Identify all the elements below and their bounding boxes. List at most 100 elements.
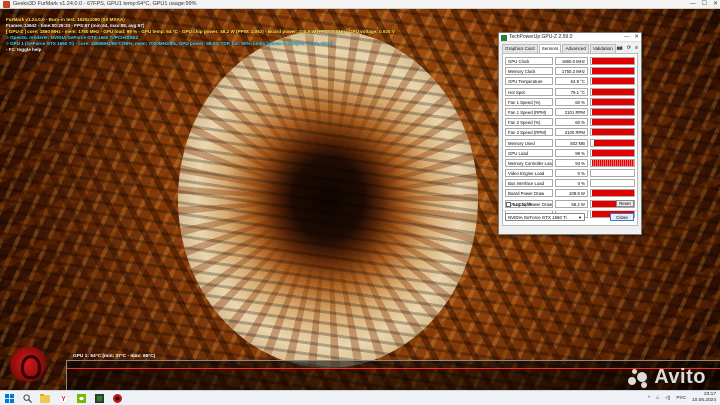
sensor-graph	[590, 107, 635, 116]
clock[interactable]: 23:17 10.06.2024	[692, 392, 716, 404]
sensor-graph-fill	[591, 149, 634, 156]
nvidia-icon[interactable]	[76, 393, 86, 403]
windows-start-icon[interactable]	[4, 393, 14, 403]
close-button[interactable]: Close	[610, 213, 634, 221]
search-icon[interactable]	[22, 393, 32, 403]
gpuz-taskbar-icon[interactable]	[94, 393, 104, 403]
sensor-value: 1750.2 MHz	[555, 67, 588, 76]
gpuz-close-x-button[interactable]: ✕	[634, 33, 639, 42]
tab-sensors[interactable]: Sensors	[538, 44, 562, 53]
furmark-titlebar[interactable]: Geeks3D FurMark v1.24.0.0 - 67FPS, GPU1 …	[0, 0, 720, 9]
sensor-name-dropdown[interactable]: Hot Spot	[505, 87, 553, 96]
yandex-browser-icon[interactable]: Y	[58, 393, 68, 403]
gpuz-titlebar[interactable]: TechPowerUp GPU-Z 2.59.0 — ✕	[499, 33, 641, 42]
sensor-graph	[590, 57, 635, 65]
sensor-name-dropdown[interactable]: GPU Load	[505, 148, 553, 157]
screenshot-icon[interactable]: 📷	[617, 44, 623, 52]
gpuz-window-title: TechPowerUp GPU-Z 2.59.0	[509, 34, 573, 40]
sensor-row: Hot Spot 79.1 °C	[503, 87, 637, 97]
minimize-button[interactable]: —	[690, 0, 696, 9]
sensor-value: 502 MB	[555, 138, 588, 147]
sensor-name-dropdown[interactable]: Fan 2 Speed (%)	[505, 118, 553, 127]
sensor-name-dropdown[interactable]: Bus Interface Load	[505, 179, 553, 188]
sensor-name-dropdown[interactable]: Memory Used	[505, 138, 553, 147]
sensor-name-dropdown[interactable]: Fan 1 Speed (%)	[505, 97, 553, 106]
sensor-name-dropdown[interactable]: Fan 2 Speed (RPM)	[505, 128, 553, 137]
sensor-name-dropdown[interactable]: Memory Controller Load	[505, 158, 553, 167]
sensor-graph	[590, 148, 635, 157]
furmark-overlay-info: FurMark v1.24.0.0 - Burn-in test, 1920x1…	[6, 17, 395, 54]
sensor-graph-fill	[591, 129, 634, 136]
tab-graphics-card[interactable]: Graphics Card	[502, 44, 538, 53]
sensor-row: Memory Controller Load 93 %	[503, 158, 637, 168]
volume-icon[interactable]: ◁)	[665, 396, 670, 401]
sensor-graph	[590, 128, 635, 137]
gpuz-sensors-panel: GPU Clock 1860.0 MHz Memory Clock 1750.2 MH…	[502, 53, 638, 226]
sensor-graph-fill	[591, 78, 634, 85]
sensor-row: GPU Clock 1860.0 MHz	[503, 56, 637, 66]
sensor-graph	[590, 158, 635, 167]
log-to-file-checkbox[interactable]	[506, 202, 511, 207]
sensor-name-dropdown[interactable]: Fan 1 Speed (RPM)	[505, 107, 553, 116]
sensor-value: 60 %	[555, 97, 588, 106]
sensor-row: Fan 2 Speed (%) 60 %	[503, 117, 637, 127]
sensor-name-dropdown[interactable]: Board Power Draw	[505, 189, 553, 198]
log-to-file-label: Log to file	[513, 202, 533, 207]
sensor-value: 79.1 °C	[555, 87, 588, 96]
maximize-button[interactable]: ☐	[702, 0, 707, 9]
reset-button[interactable]: Reset	[616, 200, 634, 207]
tab-advanced[interactable]: Advanced	[562, 44, 589, 53]
sensor-graph	[590, 179, 635, 188]
tray-overflow-icon[interactable]: ^	[648, 396, 650, 401]
sensor-name-dropdown[interactable]: Video Engine Load	[505, 169, 553, 178]
sensor-row: Fan 2 Speed (RPM) 2100 RPM	[503, 127, 637, 137]
sensor-list: GPU Clock 1860.0 MHz Memory Clock 1750.2 MH…	[503, 54, 637, 219]
sensor-graph	[590, 138, 635, 147]
sensor-row: Memory Clock 1750.2 MHz	[503, 66, 637, 76]
refresh-icon[interactable]: ⟳	[627, 44, 631, 52]
log-to-file-option[interactable]: Log to file	[506, 202, 533, 207]
gpu-temp-graph: GPU 1: 64°C (min: 37°C - max: 65°C)	[66, 354, 720, 390]
sensor-value: 2101 RPM	[555, 107, 588, 116]
sensor-graph-fill	[591, 88, 634, 95]
sensor-row: Memory Used 502 MB	[503, 138, 637, 148]
divider	[503, 210, 637, 211]
sensor-value: 0 %	[555, 179, 588, 188]
gpu-temp-graph-label: GPU 1: 64°C (min: 37°C - max: 65°C)	[73, 354, 156, 359]
sensor-graph	[590, 169, 635, 178]
tab-validation[interactable]: Validation	[589, 44, 616, 53]
close-window-button[interactable]: ✕	[713, 0, 718, 9]
sensor-graph-fill	[591, 58, 634, 64]
furmark-logo-icon	[10, 346, 48, 384]
file-explorer-icon[interactable]	[40, 393, 50, 403]
sensor-name-dropdown[interactable]: GPU Temperature	[505, 77, 553, 86]
furmark-window-title: Geeks3D FurMark v1.24.0.0 - 67FPS, GPU1 …	[13, 1, 197, 7]
sensor-row: Fan 1 Speed (%) 60 %	[503, 97, 637, 107]
sensor-value: 60 %	[555, 118, 588, 127]
gpuz-app-icon	[501, 34, 507, 41]
overlay-help-line: - F1: toggle help	[6, 47, 42, 53]
sensor-name-dropdown[interactable]: GPU Clock	[505, 57, 553, 65]
furmark-taskbar-icon[interactable]	[112, 393, 122, 403]
sensor-graph	[590, 67, 635, 76]
sensor-graph-fill	[594, 139, 634, 146]
sensor-graph	[590, 77, 635, 86]
gpuz-minimize-button[interactable]: —	[624, 33, 630, 42]
svg-text:Y: Y	[61, 394, 66, 403]
gpu-select-dropdown[interactable]: NVIDIA GeForce GTX 1660 Ti ▼	[505, 213, 585, 221]
sensor-graph	[590, 97, 635, 106]
sensor-graph	[590, 189, 635, 198]
sensor-value: 0 %	[555, 169, 588, 178]
sensor-row: Video Engine Load 0 %	[503, 168, 637, 178]
sensor-value: 64.9 °C	[555, 77, 588, 86]
gpu-temp-graph-line	[67, 368, 720, 369]
menu-icon[interactable]: ≡	[635, 44, 638, 52]
sensor-value: 58.2 W	[555, 199, 588, 208]
sensor-graph-fill	[591, 119, 634, 126]
language-indicator[interactable]: РУС	[676, 396, 686, 401]
network-icon[interactable]: ⌂	[656, 396, 659, 401]
clock-date: 10.06.2024	[691, 398, 716, 403]
sensor-graph-fill	[591, 68, 634, 75]
sensor-name-dropdown[interactable]: Memory Clock	[505, 67, 553, 76]
sensor-value: 99 %	[555, 148, 588, 157]
